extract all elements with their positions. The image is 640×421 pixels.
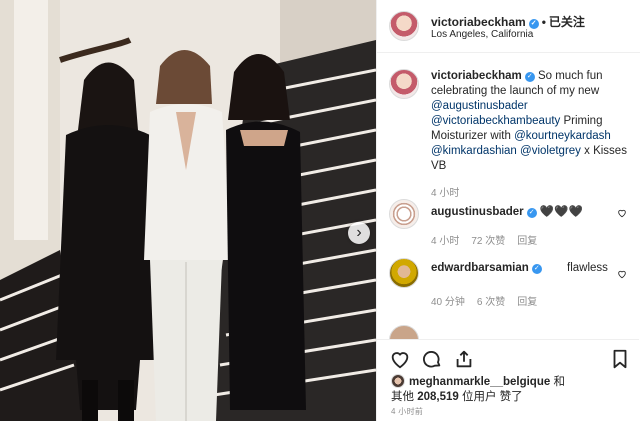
liker-avatar[interactable] [391,374,405,388]
caption-time[interactable]: 4 小时 [431,188,459,199]
post-panel: victoriabeckham ✓ • 已关注 Los Angeles, Califo… [376,0,640,421]
comment-meta: 4 小时 72 次赞 回复 [431,232,631,247]
bookmark-icon[interactable] [609,348,631,370]
comment-time[interactable]: 4 小时 [431,236,459,247]
comment-bubble-icon[interactable] [421,348,443,370]
photo-illustration [0,0,376,421]
comment-avatar[interactable] [389,325,419,339]
comment-avatar[interactable] [389,258,419,288]
next-photo-button[interactable]: › [348,222,370,244]
comment-item: augustinusbader ✓ 🖤🖤🖤 4 小时 72 次赞 回复 [389,199,631,247]
comment-username[interactable]: augustinusbader [431,206,524,218]
comments-feed[interactable]: victoriabeckham ✓ So much fun celebrating… [377,53,639,339]
comment-text: edwardbarsamian ✓ flawless [431,258,631,276]
like-comment-heart-icon[interactable] [617,208,627,218]
likes-others-prefix: 其他 [391,391,418,403]
verified-badge-icon: ✓ [531,264,542,274]
likes-others-suffix: 位用户 赞了 [458,391,523,403]
comment-likes[interactable]: 72 次赞 [471,236,505,247]
author-username[interactable]: victoriabeckham [431,15,526,29]
reply-button[interactable]: 回复 [517,236,537,247]
post-header: victoriabeckham ✓ • 已关注 Los Angeles, Califo… [377,0,640,53]
mention-augustinusbader[interactable]: @augustinusbader [431,100,528,112]
comment-item: edwardbarsamian ✓ flawless 40 分钟 6 次赞 回复 [389,258,631,308]
liker-username[interactable]: meghanmarkle__belgique [409,376,550,388]
comment-item-partial [389,325,631,339]
post-location[interactable]: Los Angeles, California [431,29,533,40]
post-photo[interactable]: › [0,0,376,421]
caption-meta: 4 小时 [431,184,631,199]
author-avatar[interactable] [389,11,419,41]
mention-victoriabeckhambeauty[interactable]: @victoriabeckhambeauty [431,115,560,127]
mention-kourtneykardash[interactable]: @kourtneykardash [514,130,611,142]
comment-body: 🖤🖤🖤 [539,206,583,218]
follow-status-button[interactable]: 已关注 [549,15,585,29]
mention-kimkardashian[interactable]: @kimkardashian [431,145,517,157]
likes-summary: meghanmarkle__belgique 和 其他 208,519 位用户 … [391,374,631,405]
comment-username[interactable]: edwardbarsamian [431,262,529,274]
reply-button[interactable]: 回复 [517,297,537,308]
verified-badge-icon: ✓ [526,208,537,218]
comment-text: augustinusbader ✓ 🖤🖤🖤 [431,199,631,220]
caption-item: victoriabeckham ✓ So much fun celebrating… [389,69,631,199]
likes-count[interactable]: 208,519 [417,391,459,403]
verified-badge-icon: ✓ [528,19,539,29]
separator-dot: • [541,15,546,29]
post-time[interactable]: 4 小时前 [391,406,423,417]
share-icon[interactable] [453,348,475,370]
like-heart-icon[interactable] [389,348,411,370]
like-comment-heart-icon[interactable] [617,269,627,279]
caption-avatar[interactable] [389,69,419,99]
caption-text: victoriabeckham ✓ So much fun celebrating… [431,69,631,174]
author-username-row: victoriabeckham ✓ • 已关注 [431,13,585,30]
comment-avatar[interactable] [389,199,419,229]
comment-meta: 40 分钟 6 次赞 回复 [431,293,631,308]
likes-and: 和 [550,376,565,388]
comment-body: flawless [567,262,608,274]
caption-username[interactable]: victoriabeckham [431,70,522,82]
comment-time[interactable]: 40 分钟 [431,297,465,308]
verified-badge-icon: ✓ [524,72,535,82]
mention-violetgrey[interactable]: @violetgrey [520,145,581,157]
comment-likes[interactable]: 6 次赞 [477,297,505,308]
